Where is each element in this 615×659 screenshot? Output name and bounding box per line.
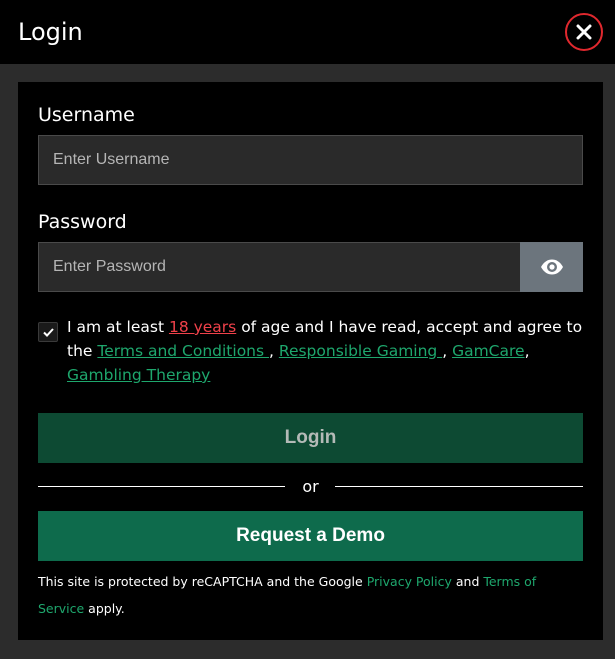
recaptcha-notice: This site is protected by reCAPTCHA and … — [38, 568, 583, 622]
or-label: or — [302, 477, 319, 496]
username-label: Username — [38, 104, 135, 126]
terms-and-conditions-link[interactable]: Terms and Conditions — [97, 342, 269, 360]
request-demo-button[interactable]: Request a Demo — [38, 511, 583, 561]
recaptcha-text-part: apply. — [84, 601, 125, 616]
username-input[interactable] — [38, 135, 583, 185]
or-divider: or — [38, 475, 583, 499]
responsible-gaming-link[interactable]: Responsible Gaming — [279, 342, 442, 360]
gamcare-link[interactable]: GamCare — [452, 342, 525, 360]
agreement-text: I am at least 18 years of age and I have… — [67, 315, 587, 387]
age-agreement-checkbox[interactable] — [38, 322, 58, 342]
login-button[interactable]: Login — [38, 413, 583, 463]
modal-title: Login — [18, 18, 83, 46]
login-form-panel: Username Password I am at least 18 years… — [18, 82, 603, 640]
agreement-separator: , — [524, 342, 530, 360]
eye-icon — [540, 259, 563, 275]
gambling-therapy-link[interactable]: Gambling Therapy — [67, 366, 210, 384]
toggle-password-visibility-button[interactable] — [520, 242, 583, 292]
modal-header: Login — [0, 0, 615, 64]
password-input[interactable] — [38, 242, 521, 292]
check-icon — [42, 327, 54, 337]
recaptcha-text-part: This site is protected by reCAPTCHA and … — [38, 574, 367, 589]
age-requirement-link[interactable]: 18 years — [169, 318, 236, 336]
agreement-separator: , — [442, 342, 453, 360]
agreement-separator: , — [269, 342, 279, 360]
close-icon — [576, 24, 592, 40]
password-label: Password — [38, 211, 127, 233]
recaptcha-text-part: and — [451, 574, 484, 589]
divider-line-right — [335, 486, 583, 487]
privacy-policy-link[interactable]: Privacy Policy — [367, 574, 452, 589]
agreement-text-part: I am at least — [67, 318, 169, 336]
close-button[interactable] — [565, 13, 603, 51]
